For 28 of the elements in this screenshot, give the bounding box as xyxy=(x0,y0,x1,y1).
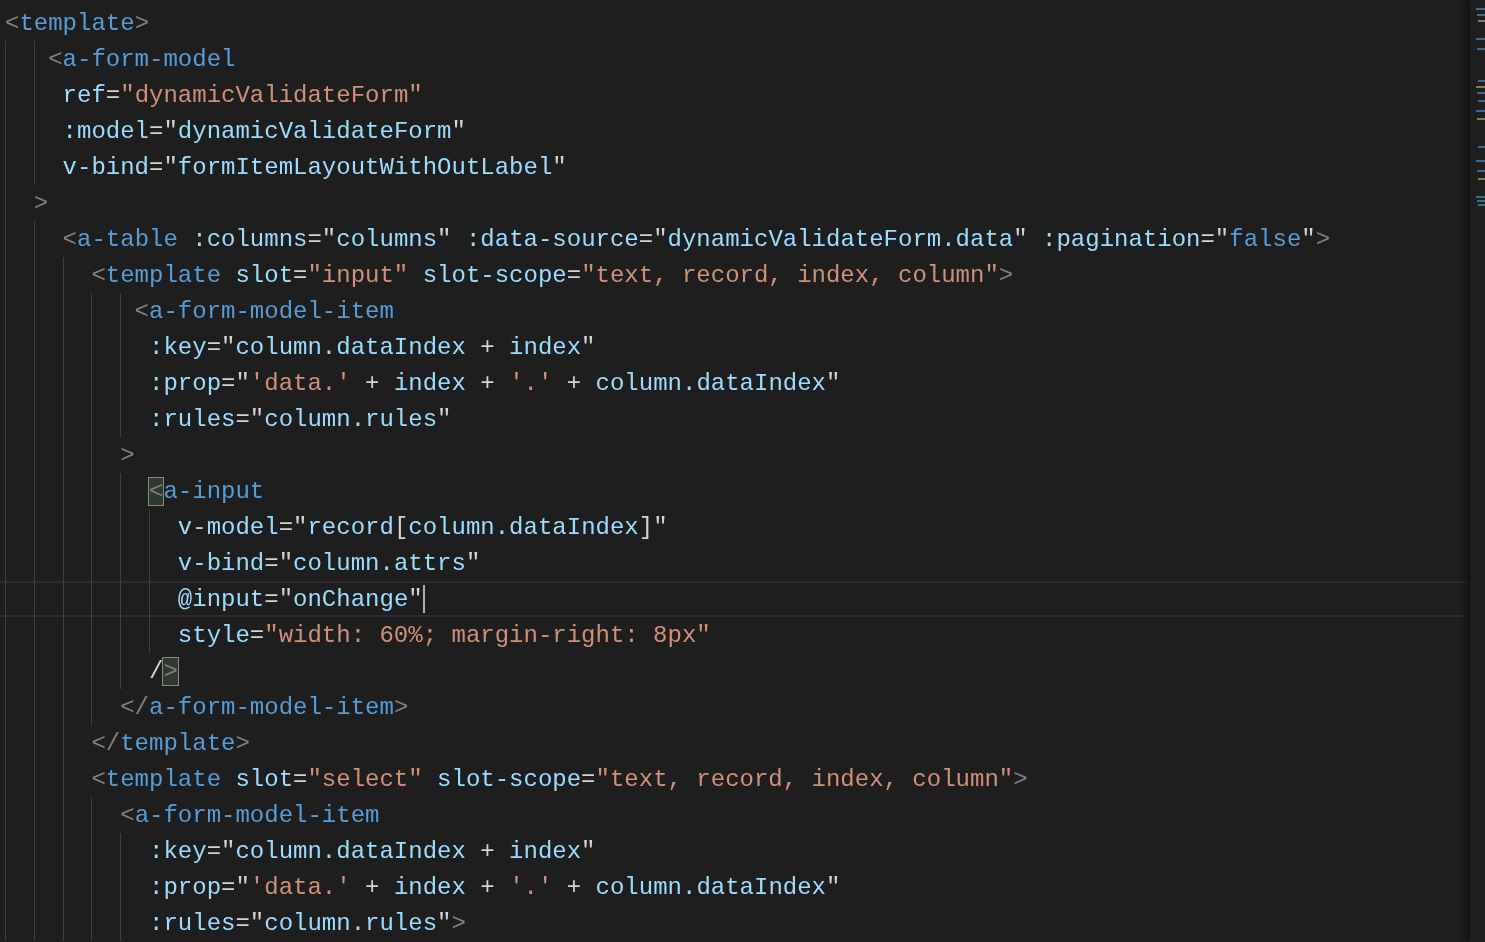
code-line: :rules="column.rules"> xyxy=(149,908,466,939)
code-line: /> xyxy=(149,656,178,687)
code-line: > xyxy=(33,188,49,219)
code-line: ref="dynamicValidateForm" xyxy=(62,80,423,111)
code-line: :prop="'data.' + index + '.' + column.dataIndex" xyxy=(149,872,841,903)
code-line: :model="dynamicValidateForm" xyxy=(62,116,466,147)
code-line: <template> xyxy=(5,8,150,39)
code-line: style="width: 60%; margin-right: 8px" xyxy=(177,620,711,651)
code-line: <template slot="select" slot-scope="text, record, index, column"> xyxy=(91,764,1028,795)
minimap[interactable] xyxy=(1470,0,1485,942)
code-line: :prop="'data.' + index + '.' + column.dataIndex" xyxy=(149,368,841,399)
text-cursor xyxy=(422,585,425,613)
code-line: <a-form-model-item xyxy=(120,800,380,831)
code-line: <template slot="input" slot-scope="text, record, index, column"> xyxy=(91,260,1014,291)
code-line: v-model="record[column.dataIndex]" xyxy=(177,512,668,543)
code-line: </a-form-model-item> xyxy=(120,692,409,723)
code-line: :rules="column.rules" xyxy=(149,404,452,435)
code-line: </template> xyxy=(91,728,250,759)
code-line: @input="onChange" xyxy=(177,584,425,615)
code-line: <a-table :columns="columns" :data-source="dynamicValidateForm.data" :pagination="false"> xyxy=(62,224,1331,255)
code-line: :key="column.dataIndex + index" xyxy=(149,332,596,363)
code-line: v-bind="column.attrs" xyxy=(177,548,481,579)
code-line: > xyxy=(120,440,135,471)
code-line: <a-form-model-item xyxy=(134,296,394,327)
code-line: <a-input xyxy=(149,476,265,507)
code-line: :key="column.dataIndex + index" xyxy=(149,836,596,867)
code-line: v-bind="formItemLayoutWithOutLabel" xyxy=(62,152,567,183)
code-line: <a-form-model xyxy=(48,44,236,75)
